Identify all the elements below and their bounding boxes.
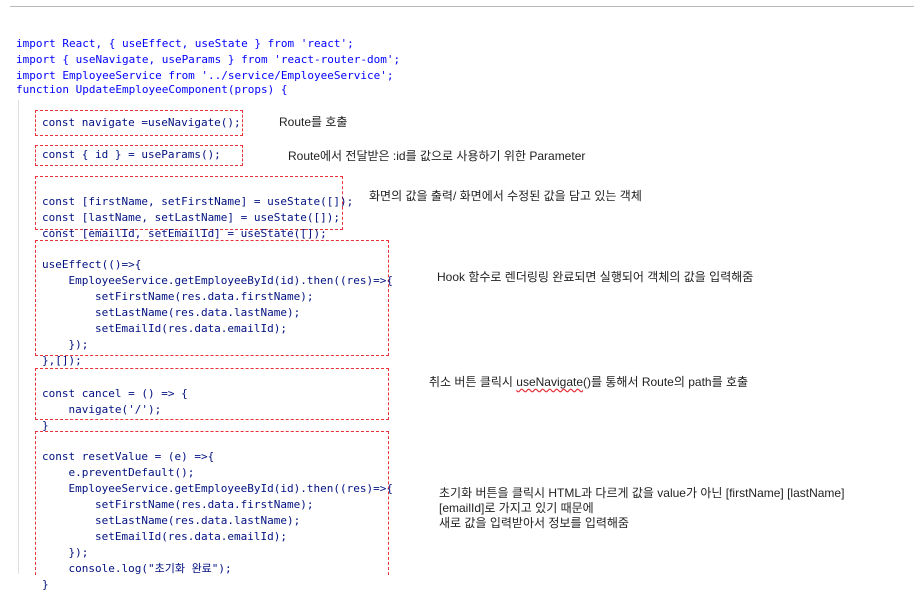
effect-code: useEffect(()=>{ EmployeeService.getEmplo… xyxy=(42,241,393,385)
reset-annotation-line: 초기화 버튼을 클릭시 HTML과 다르게 값을 value가 아닌 [firs… xyxy=(439,486,845,500)
effect-line: },[]); xyxy=(42,354,82,367)
top-divider xyxy=(10,6,914,7)
effect-line: }); xyxy=(42,338,89,351)
reset-code: const resetValue = (e) =>{ e.preventDefa… xyxy=(42,433,393,609)
reset-line: const resetValue = (e) =>{ xyxy=(42,450,215,463)
import-line: import { useNavigate, useParams } from '… xyxy=(16,53,401,66)
navigate-annotation: Route를 호출 xyxy=(279,115,348,129)
effect-line: useEffect(()=>{ xyxy=(42,258,142,271)
params-code: const { id } = useParams(); xyxy=(42,148,221,161)
cancel-annotation-pre: 취소 버튼 클릭시 xyxy=(429,375,517,389)
cancel-annotation: 취소 버튼 클릭시 useNavigate()를 통해서 Route의 path… xyxy=(429,375,748,390)
reset-line: e.preventDefault(); xyxy=(42,466,195,479)
function-declaration: function UpdateEmployeeComponent(props) … xyxy=(16,83,288,96)
effect-line: setEmailId(res.data.emailId); xyxy=(42,322,288,335)
state-line: const [lastName, setLastName] = useState… xyxy=(42,211,341,224)
reset-line: setEmailId(res.data.emailId); xyxy=(42,530,288,543)
effect-line: setFirstName(res.data.firstName); xyxy=(42,290,314,303)
reset-annotation: 초기화 버튼을 클릭시 HTML과 다르게 값을 value가 아닌 [firs… xyxy=(439,486,844,531)
reset-annotation-line: [emailId]로 가지고 있기 때문에 xyxy=(439,501,594,515)
cancel-annotation-link: useNavigate xyxy=(516,375,584,389)
reset-line: }); xyxy=(42,546,89,559)
state-line: const [firstName, setFirstName] = useSta… xyxy=(42,195,354,208)
reset-line: setFirstName(res.data.firstName); xyxy=(42,498,314,511)
navigate-code: const navigate =useNavigate(); xyxy=(42,116,241,129)
cancel-line: navigate('/'); xyxy=(42,403,162,416)
reset-line: } xyxy=(42,578,49,591)
cancel-line: const cancel = () => { xyxy=(42,387,188,400)
effect-annotation: Hook 함수로 렌더링링 완료되면 실행되어 객체의 값을 입력해줌 xyxy=(437,270,754,284)
reset-line: setLastName(res.data.lastName); xyxy=(42,514,301,527)
effect-line: setLastName(res.data.lastName); xyxy=(42,306,301,319)
indent-guide xyxy=(18,100,19,574)
cancel-annotation-post: ()를 통해서 Route의 path를 호출 xyxy=(583,375,749,389)
reset-annotation-line: 새로 값을 입력받아서 정보를 입력해줌 xyxy=(439,516,629,530)
reset-line: console.log("초기화 완료"); xyxy=(42,562,232,575)
import-line: import React, { useEffect, useState } fr… xyxy=(16,37,354,50)
params-annotation: Route에서 전달받은 :id를 값으로 사용하기 위한 Parameter xyxy=(288,149,586,163)
effect-line: EmployeeService.getEmployeeById(id).then… xyxy=(42,274,393,287)
reset-line: EmployeeService.getEmployeeById(id).then… xyxy=(42,482,393,495)
state-annotation: 화면의 값을 출력/ 화면에서 수정된 값을 담고 있는 객체 xyxy=(369,189,642,203)
